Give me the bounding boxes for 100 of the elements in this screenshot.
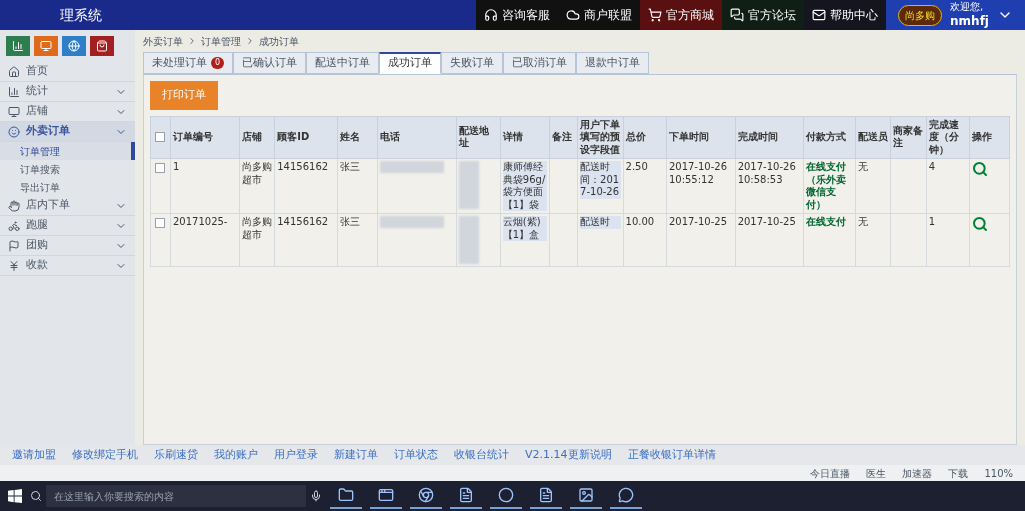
tab[interactable]: 失败订单: [441, 52, 504, 74]
checkbox[interactable]: [155, 163, 165, 173]
home-icon: [8, 65, 20, 78]
sidebar-item[interactable]: 跑腿: [0, 216, 135, 236]
table-cell-text: 14156162: [277, 216, 330, 229]
status-item[interactable]: 今日直播: [810, 465, 851, 481]
breadcrumb-link[interactable]: 外卖订单: [143, 33, 183, 49]
circle-icon: [498, 487, 514, 503]
footer-link[interactable]: 修改绑定手机: [72, 446, 138, 464]
sidebar-subitem[interactable]: 导出订单: [0, 178, 135, 196]
status-item[interactable]: 加速器: [902, 465, 933, 481]
chevron-icon: [187, 36, 197, 46]
table-cell-text: 2017-10-26 10:55:12: [668, 161, 729, 186]
bag-icon: [96, 40, 108, 52]
footer-link[interactable]: 正餐收银订单详情: [627, 446, 716, 464]
footer-link[interactable]: 收银台统计: [454, 446, 509, 464]
bar-chart-icon: [8, 85, 20, 98]
column-header: 备注: [552, 131, 574, 144]
footer-link[interactable]: V2.1.14更新说明: [525, 446, 612, 464]
brand-logo: 尚多购: [898, 4, 943, 26]
breadcrumb-link[interactable]: 订单管理: [201, 33, 241, 49]
column-header: 商家备注: [893, 124, 924, 150]
table-cell-text: 1: [928, 216, 937, 229]
table-cell: 康师傅经典袋96g/袋方便面【1】袋: [502, 161, 548, 211]
table-cell-text: 2.50: [625, 161, 649, 174]
yen-icon: [8, 259, 20, 272]
hand-icon: [8, 199, 20, 212]
footer-link[interactable]: 用户登录: [274, 446, 318, 464]
view-button[interactable]: [972, 216, 989, 232]
nav-link[interactable]: 咨询客服: [476, 0, 559, 30]
flag-icon: [8, 239, 20, 252]
search-field[interactable]: 在这里输入你要搜索的内容: [46, 485, 306, 507]
column-header: 完成时间: [737, 131, 779, 144]
image-icon: [578, 487, 594, 503]
table-cell-text: 在线支付: [806, 216, 848, 229]
search-icon: [972, 161, 989, 177]
sidebar-item[interactable]: 统计: [0, 82, 135, 102]
view-button[interactable]: [972, 161, 989, 177]
footer-link[interactable]: 新建订单: [334, 446, 378, 464]
table-cell-text: 2017-10-25: [668, 216, 729, 229]
footer-link[interactable]: 订单状态: [394, 446, 438, 464]
table-cell: 尚多购超市: [241, 161, 273, 186]
sidebar-item[interactable]: 收款: [0, 256, 135, 276]
table-cell: 配送时: [580, 216, 621, 229]
monitor-icon: [40, 40, 52, 52]
checkbox[interactable]: [155, 218, 165, 228]
nav-link[interactable]: 官方论坛: [722, 0, 805, 30]
tab[interactable]: 已确认订单: [233, 52, 307, 74]
window-icon: [378, 487, 394, 503]
search-icon: [30, 490, 42, 502]
column-header: 顾客ID: [277, 131, 311, 144]
breadcrumb-link[interactable]: 成功订单: [259, 33, 299, 49]
sidebar-subitem[interactable]: 订单搜索: [0, 160, 135, 178]
footer-link[interactable]: 乐刷速贷: [154, 446, 198, 464]
tab[interactable]: 已取消订单: [503, 52, 577, 74]
document-icon: [538, 487, 554, 503]
sidebar-item[interactable]: 店内下单: [0, 196, 135, 216]
column-header: 付款方式: [806, 131, 848, 144]
sidebar-item[interactable]: 外卖订单: [0, 122, 135, 142]
tab[interactable]: 退款中订单: [576, 52, 650, 74]
table-cell-text: 20171025-: [172, 216, 229, 229]
status-item[interactable]: 下载: [948, 465, 969, 481]
sidebar-subitem[interactable]: 订单管理: [0, 142, 135, 160]
tab[interactable]: 配送中订单: [306, 52, 380, 74]
table-cell-text: 无: [857, 161, 869, 174]
shortcut-button[interactable]: [62, 36, 86, 56]
sidebar-item[interactable]: 团购: [0, 236, 135, 256]
checkbox[interactable]: [155, 132, 165, 143]
microphone-icon: [310, 490, 322, 502]
nav-link[interactable]: 帮助中心: [804, 0, 887, 30]
table-cell-text: 4: [928, 161, 937, 174]
window-title: 理系统: [60, 5, 102, 25]
tab[interactable]: 未处理订单 0: [143, 52, 234, 74]
windows-logo-icon[interactable]: [8, 489, 22, 503]
chat-icon: [730, 8, 745, 22]
redacted-block: [379, 216, 444, 228]
column-header: 姓名: [340, 131, 362, 144]
shortcut-button[interactable]: [6, 36, 30, 56]
redacted-block: [459, 216, 480, 264]
column-header: 操作: [972, 131, 994, 144]
status-item[interactable]: 110%: [984, 465, 1013, 481]
column-header: 总价: [625, 131, 647, 144]
shortcut-button[interactable]: [34, 36, 58, 56]
footer-link[interactable]: 我的账户: [214, 446, 258, 464]
column-header: 店铺: [241, 131, 263, 144]
column-header: 配送员: [857, 131, 889, 144]
footer-link[interactable]: 邀请加盟: [12, 446, 56, 464]
table-cell-text: 无: [857, 216, 869, 229]
nav-link[interactable]: 官方商城: [640, 0, 723, 30]
redacted-block: [459, 161, 480, 209]
sidebar-item[interactable]: 首页: [0, 62, 135, 82]
cloud-icon: [566, 8, 581, 22]
table-cell-text: 14156162: [277, 161, 330, 174]
shortcut-button[interactable]: [90, 36, 114, 56]
tab[interactable]: 成功订单: [379, 52, 442, 74]
nav-link[interactable]: 商户联盟: [558, 0, 641, 30]
bar-chart-icon: [12, 40, 24, 52]
browser-icon: [418, 487, 434, 503]
status-item[interactable]: 医生: [866, 465, 887, 481]
smiley-icon: [8, 125, 20, 138]
